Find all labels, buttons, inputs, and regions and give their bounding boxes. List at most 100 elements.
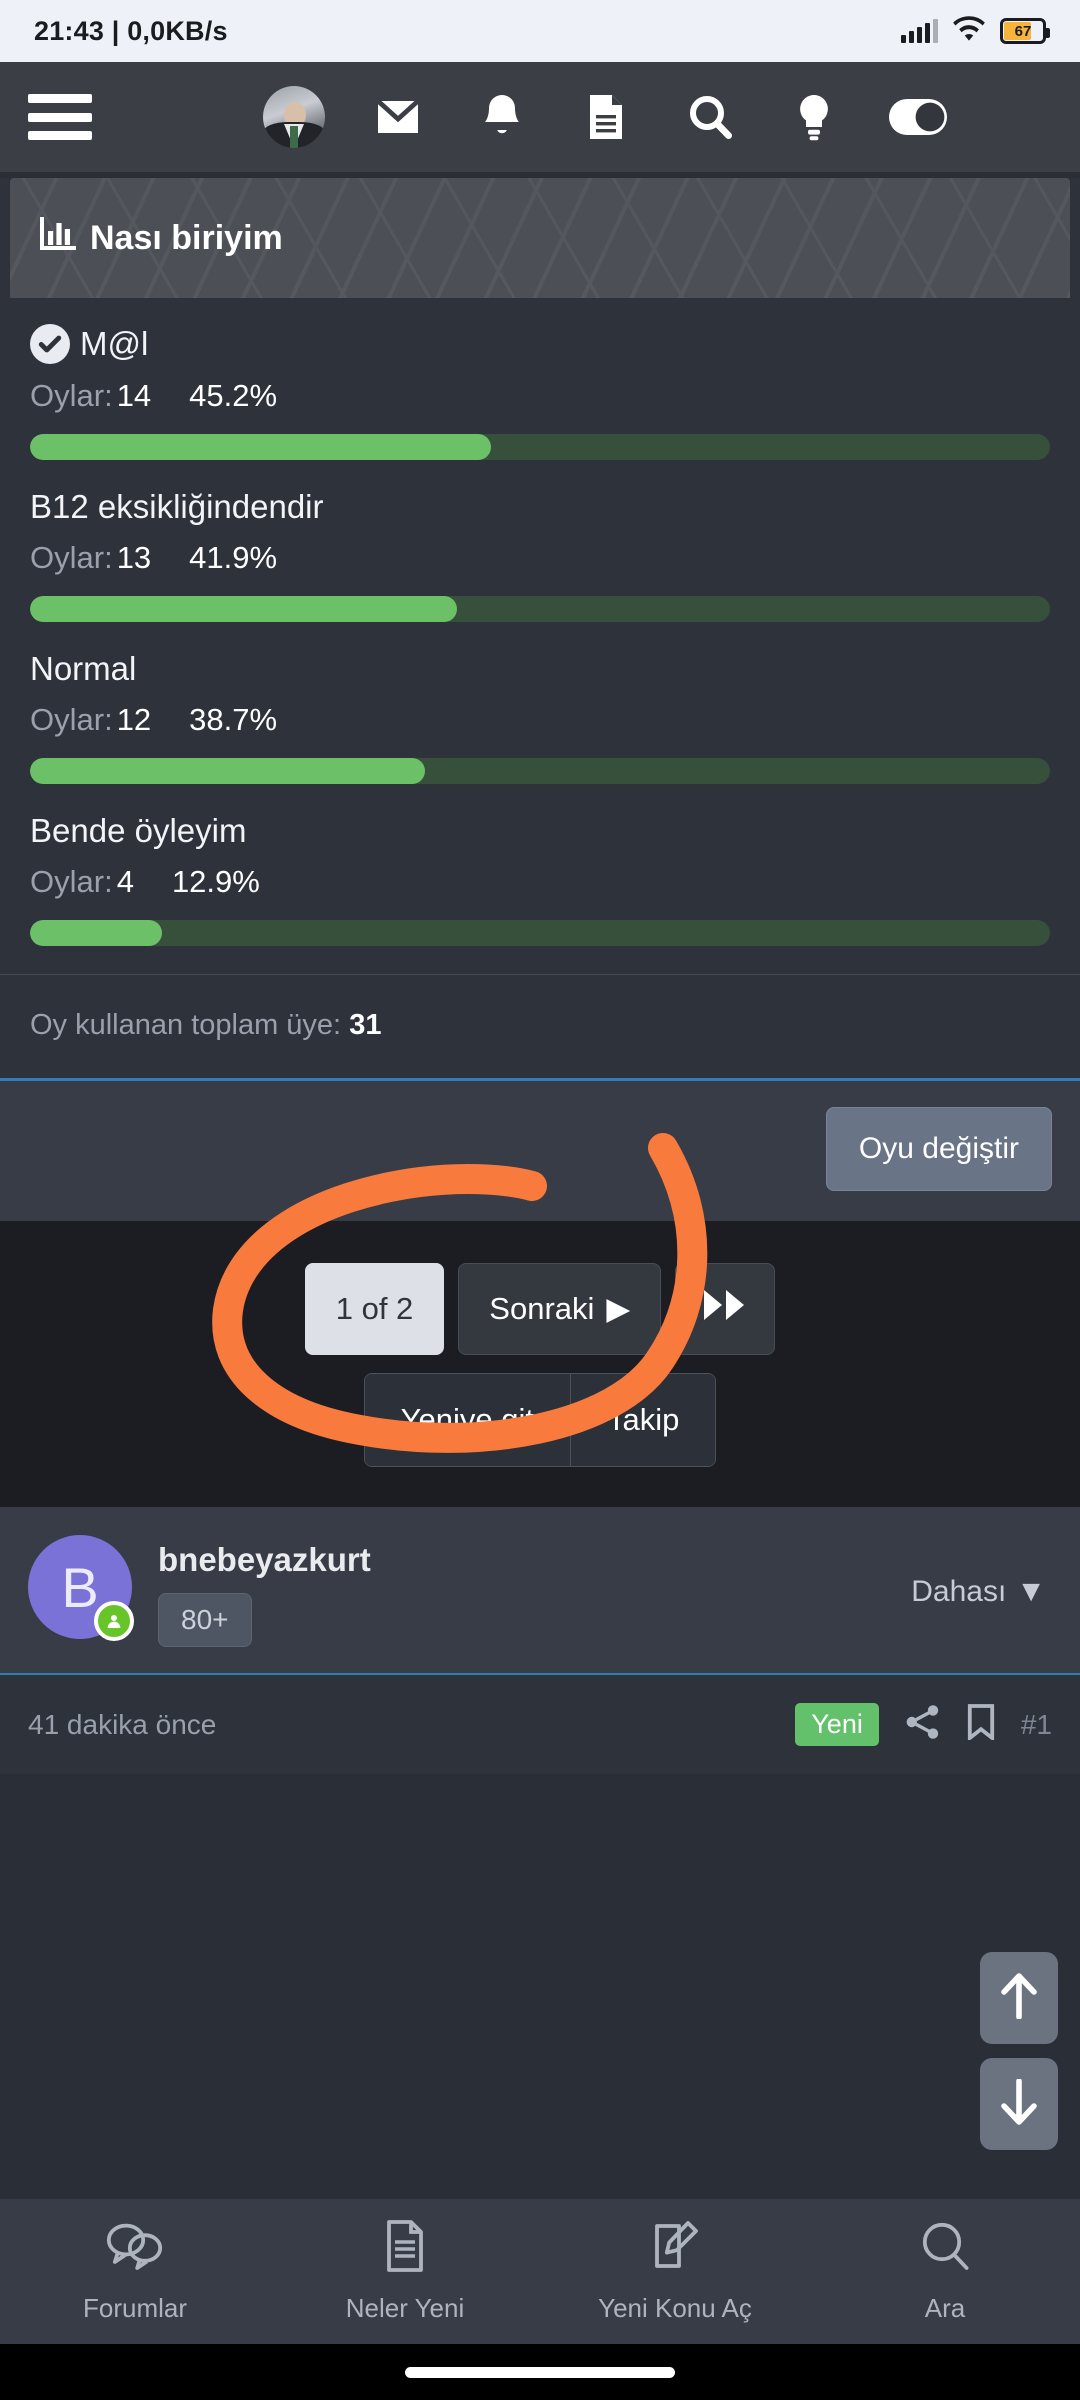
fast-forward-icon xyxy=(702,1288,748,1330)
sidebar-item-yeni-konu-ac[interactable]: Yeni Konu Aç xyxy=(540,2220,810,2324)
poll-option-meta: Oylar: 13 41.9% xyxy=(30,540,1050,576)
wifi-icon xyxy=(952,15,986,47)
search-icon[interactable] xyxy=(658,72,762,162)
sidebar-item-neler-yeni[interactable]: Neler Yeni xyxy=(270,2219,540,2324)
votes-label: Oylar: xyxy=(30,864,113,899)
votes-count: 4 xyxy=(116,864,134,899)
poll-footer: Oyu değiştir xyxy=(0,1081,1080,1221)
battery-level: 67 xyxy=(1014,22,1032,40)
votes-percent: 45.2% xyxy=(189,378,278,413)
poll-option[interactable]: Normal Oylar: 12 38.7% xyxy=(30,650,1050,812)
post-timestamp: 41 dakika önce xyxy=(28,1708,217,1740)
poll-progress-fill xyxy=(30,596,458,622)
arrow-down-icon xyxy=(999,2077,1039,2130)
poll-chart-icon xyxy=(40,216,76,260)
post-author-info: bnebeyazkurt 80+ xyxy=(158,1535,371,1647)
toggle-switch-icon[interactable] xyxy=(866,72,970,162)
go-to-new-button[interactable]: Yeniye git xyxy=(364,1374,570,1466)
poll-title-row: Nası biriyim xyxy=(40,216,283,260)
arrow-up-icon xyxy=(999,1972,1039,2024)
poll-option-text: Bende öyleyim xyxy=(30,812,247,849)
post-meta-actions: Yeni #1 xyxy=(795,1703,1052,1746)
sidebar-item-forumlar[interactable]: Forumlar xyxy=(0,2220,270,2324)
check-circle-icon xyxy=(30,324,70,364)
poll-progress-track xyxy=(30,758,1050,784)
bookmark-icon[interactable] xyxy=(967,1704,995,1745)
poll-progress-track xyxy=(30,434,1050,460)
sidebar-item-label: Neler Yeni xyxy=(345,2292,465,2323)
votes-count: 13 xyxy=(116,540,152,575)
current-page-indicator[interactable]: 1 of 2 xyxy=(304,1263,445,1355)
avatar[interactable] xyxy=(242,72,346,162)
change-vote-button[interactable]: Oyu değiştir xyxy=(825,1107,1052,1191)
poll-progress-fill xyxy=(30,434,492,460)
poll-progress-fill xyxy=(30,758,425,784)
lightbulb-icon[interactable] xyxy=(762,72,866,162)
page-title: Nası biriyim xyxy=(90,218,283,257)
votes-percent: 41.9% xyxy=(189,540,278,575)
post-block: B bnebeyazkurt 80+ Dahası ▼ 41 dakika ön… xyxy=(0,1507,1080,1774)
next-page-button[interactable]: Sonraki ▶ xyxy=(458,1263,662,1355)
poll-total-value: 31 xyxy=(349,1009,382,1041)
poll-option[interactable]: Bende öyleyim Oylar: 4 12.9% xyxy=(30,812,1050,974)
chevron-right-icon: ▶ xyxy=(606,1291,631,1326)
poll-option-meta: Oylar: 4 12.9% xyxy=(30,864,1050,900)
poll-option-meta: Oylar: 14 45.2% xyxy=(30,378,1050,414)
poll-progress-track xyxy=(30,920,1050,946)
poll-option-text: Normal xyxy=(30,650,137,687)
poll-total-voters: Oy kullanan toplam üye: 31 xyxy=(0,974,1080,1078)
pagination-area: 1 of 2 Sonraki ▶ Yeniye git Takip xyxy=(0,1221,1080,1507)
votes-label: Oylar: xyxy=(30,378,113,413)
hamburger-menu-icon[interactable] xyxy=(28,94,92,140)
sidebar-item-label: Ara xyxy=(924,2292,966,2323)
share-icon[interactable] xyxy=(905,1704,941,1745)
votes-label: Oylar: xyxy=(30,702,113,737)
poll-option-text: M@l xyxy=(80,325,149,362)
more-menu-button[interactable]: Dahası ▼ xyxy=(911,1575,1046,1609)
poll-option[interactable]: B12 eksikliğindendir Oylar: 13 41.9% xyxy=(30,488,1050,650)
votes-label: Oylar: xyxy=(30,540,113,575)
bottom-navigation-bar: Forumlar Neler Yeni Yeni Konu Aç Ara xyxy=(0,2198,1080,2344)
follow-button[interactable]: Takip xyxy=(569,1374,716,1466)
votes-count: 14 xyxy=(116,378,152,413)
search-icon xyxy=(920,2220,970,2279)
status-badge: Yeni xyxy=(795,1703,879,1746)
post-count-badge: 80+ xyxy=(158,1593,252,1647)
poll-option-text: B12 eksikliğindendir xyxy=(30,488,324,525)
post-meta-bar: 41 dakika önce Yeni #1 xyxy=(0,1673,1080,1774)
sidebar-item-ara[interactable]: Ara xyxy=(810,2220,1080,2324)
poll-header: Nası biriyim xyxy=(10,178,1070,298)
poll-progress-fill xyxy=(30,920,162,946)
pagination-secondary-row: Yeniye git Takip xyxy=(0,1373,1080,1467)
top-navigation-bar xyxy=(0,62,1080,172)
poll-total-label: Oy kullanan toplam üye: xyxy=(30,1009,342,1041)
forums-bubbles-icon xyxy=(106,2220,164,2279)
avatar-initial: B xyxy=(61,1555,99,1619)
scroll-to-bottom-button[interactable] xyxy=(980,2058,1058,2150)
envelope-icon[interactable] xyxy=(346,72,450,162)
sidebar-item-label: Forumlar xyxy=(82,2292,187,2323)
document-icon[interactable] xyxy=(554,72,658,162)
avatar[interactable]: B xyxy=(28,1535,134,1641)
pagination-row: 1 of 2 Sonraki ▶ xyxy=(0,1263,1080,1355)
bell-icon[interactable] xyxy=(450,72,554,162)
last-page-button[interactable] xyxy=(675,1263,776,1355)
poll-option-label-row: Normal xyxy=(30,650,1050,688)
status-bar: 21:43 | 0,0KB/s 67 xyxy=(0,0,1080,62)
votes-percent: 38.7% xyxy=(189,702,278,737)
poll-card: Nası biriyim M@l Oylar: 14 45.2% B12 eksik… xyxy=(0,178,1080,1221)
poll-option[interactable]: M@l Oylar: 14 45.2% xyxy=(30,324,1050,488)
scroll-to-top-button[interactable] xyxy=(980,1952,1058,2044)
poll-option-label-row: B12 eksikliğindendir xyxy=(30,488,1050,526)
status-clock: 21:43 | 0,0KB/s xyxy=(34,15,228,46)
sidebar-item-label: Yeni Konu Aç xyxy=(598,2292,752,2323)
battery-icon: 67 xyxy=(1000,18,1050,44)
whats-new-document-icon xyxy=(383,2219,427,2279)
signal-bars-icon xyxy=(901,19,938,43)
post-username[interactable]: bnebeyazkurt xyxy=(158,1541,371,1579)
poll-option-label-row: Bende öyleyim xyxy=(30,812,1050,850)
votes-percent: 12.9% xyxy=(171,864,260,899)
compose-pencil-icon xyxy=(649,2220,701,2279)
poll-options: M@l Oylar: 14 45.2% B12 eksikliğindendir O… xyxy=(0,298,1080,974)
next-page-label: Sonraki xyxy=(489,1291,595,1326)
